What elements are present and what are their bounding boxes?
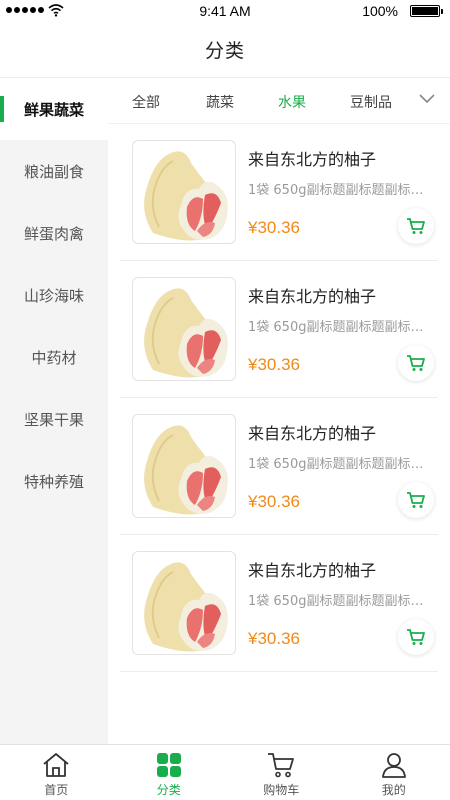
tabbar-item-cart[interactable]: 购物车 — [225, 745, 338, 800]
category-sidebar: 鲜果蔬菜 粮油副食 鲜蛋肉禽 山珍海味 中药材 坚果干果 特种养殖 — [0, 78, 108, 744]
cart-icon — [407, 218, 425, 234]
tabbar-item-home[interactable]: 首页 — [0, 745, 113, 800]
product-subtitle: 1袋 650g副标题副标题副标题副标题 — [248, 457, 430, 472]
battery-icon — [410, 5, 443, 17]
profile-icon — [381, 753, 406, 778]
add-to-cart-button[interactable] — [398, 345, 434, 381]
product-card[interactable]: 来自东北方的柚子 1袋 650g副标题副标题副标题副标题 ¥30.36 — [120, 398, 438, 535]
sidebar-item-label: 特种养殖 — [23, 472, 84, 491]
home-icon — [43, 753, 69, 777]
product-title: 来自东北方的柚子 — [248, 424, 377, 443]
sidebar-item-fresh-fruit-veg[interactable]: 鲜果蔬菜 — [0, 78, 108, 140]
add-to-cart-button[interactable] — [398, 619, 434, 655]
product-title: 来自东北方的柚子 — [248, 287, 377, 306]
nav-bar: 分类 — [0, 22, 450, 78]
sidebar-item-label: 粮油副食 — [23, 162, 84, 181]
tab-all[interactable]: 全部 — [132, 92, 160, 112]
tabbar-label: 我的 — [381, 783, 406, 797]
product-title: 来自东北方的柚子 — [248, 561, 377, 580]
product-image-pomelo[interactable] — [132, 414, 236, 518]
tabbar-label: 分类 — [156, 783, 181, 797]
bottom-tab-bar: 首页 分类 购物车 我的 — [0, 744, 450, 800]
sidebar-item-label: 坚果干果 — [23, 410, 84, 429]
product-card[interactable]: 来自东北方的柚子 1袋 650g副标题副标题副标题副标题 ¥30.36 — [120, 535, 438, 672]
sidebar-item-label: 山珍海味 — [23, 286, 84, 305]
active-indicator — [0, 96, 4, 122]
product-price: ¥30.36 — [248, 355, 300, 374]
product-subtitle: 1袋 650g副标题副标题副标题副标题 — [248, 320, 430, 335]
product-image-pomelo[interactable] — [132, 551, 236, 655]
status-bar: 9:41 AM 100% — [0, 0, 450, 22]
cart-icon — [407, 355, 425, 371]
sidebar-item-label: 鲜果蔬菜 — [23, 100, 84, 119]
cart-icon — [268, 753, 295, 778]
sidebar-item-eggs-meat[interactable]: 鲜蛋肉禽 — [0, 202, 108, 264]
add-to-cart-button[interactable] — [398, 208, 434, 244]
cart-icon — [407, 492, 425, 508]
battery-percent: 100% — [362, 3, 398, 19]
product-image-pomelo[interactable] — [132, 277, 236, 381]
tabbar-item-category[interactable]: 分类 — [113, 745, 226, 800]
tab-fruit[interactable]: 水果 — [278, 92, 306, 112]
product-subtitle: 1袋 650g副标题副标题副标题副标题 — [248, 594, 430, 609]
product-price: ¥30.36 — [248, 218, 300, 237]
cart-icon — [407, 629, 425, 645]
tab-tofu[interactable]: 豆制品 — [350, 92, 392, 112]
sidebar-item-nuts[interactable]: 坚果干果 — [0, 388, 108, 450]
add-to-cart-button[interactable] — [398, 482, 434, 518]
sidebar-item-label: 鲜蛋肉禽 — [23, 224, 84, 243]
chevron-down-icon[interactable] — [418, 93, 436, 105]
product-image-pomelo[interactable] — [132, 140, 236, 244]
sidebar-item-special-breeding[interactable]: 特种养殖 — [0, 450, 108, 512]
product-subtitle: 1袋 650g副标题副标题副标题副标题 — [248, 183, 430, 198]
category-icon — [156, 753, 181, 777]
tab-vegetables[interactable]: 蔬菜 — [206, 92, 234, 112]
product-card[interactable]: 来自东北方的柚子 1袋 650g副标题副标题副标题副标题 ¥30.36 — [120, 261, 438, 398]
sidebar-item-label: 中药材 — [31, 348, 77, 367]
product-title: 来自东北方的柚子 — [248, 150, 377, 169]
product-price: ¥30.36 — [248, 629, 300, 648]
subcategory-tabs: 全部 蔬菜 水果 豆制品 — [108, 78, 450, 124]
product-list: 来自东北方的柚子 1袋 650g副标题副标题副标题副标题 ¥30.36 来自东北… — [120, 124, 438, 672]
page-title: 分类 — [204, 40, 245, 62]
tabbar-label: 首页 — [44, 783, 69, 797]
sidebar-item-herbs[interactable]: 中药材 — [0, 326, 108, 388]
tabbar-item-profile[interactable]: 我的 — [338, 745, 450, 800]
product-price: ¥30.36 — [248, 492, 300, 511]
product-card[interactable]: 来自东北方的柚子 1袋 650g副标题副标题副标题副标题 ¥30.36 — [120, 124, 438, 261]
sidebar-item-delicacies[interactable]: 山珍海味 — [0, 264, 108, 326]
sidebar-item-grain-oil[interactable]: 粮油副食 — [0, 140, 108, 202]
tabbar-label: 购物车 — [263, 783, 300, 797]
